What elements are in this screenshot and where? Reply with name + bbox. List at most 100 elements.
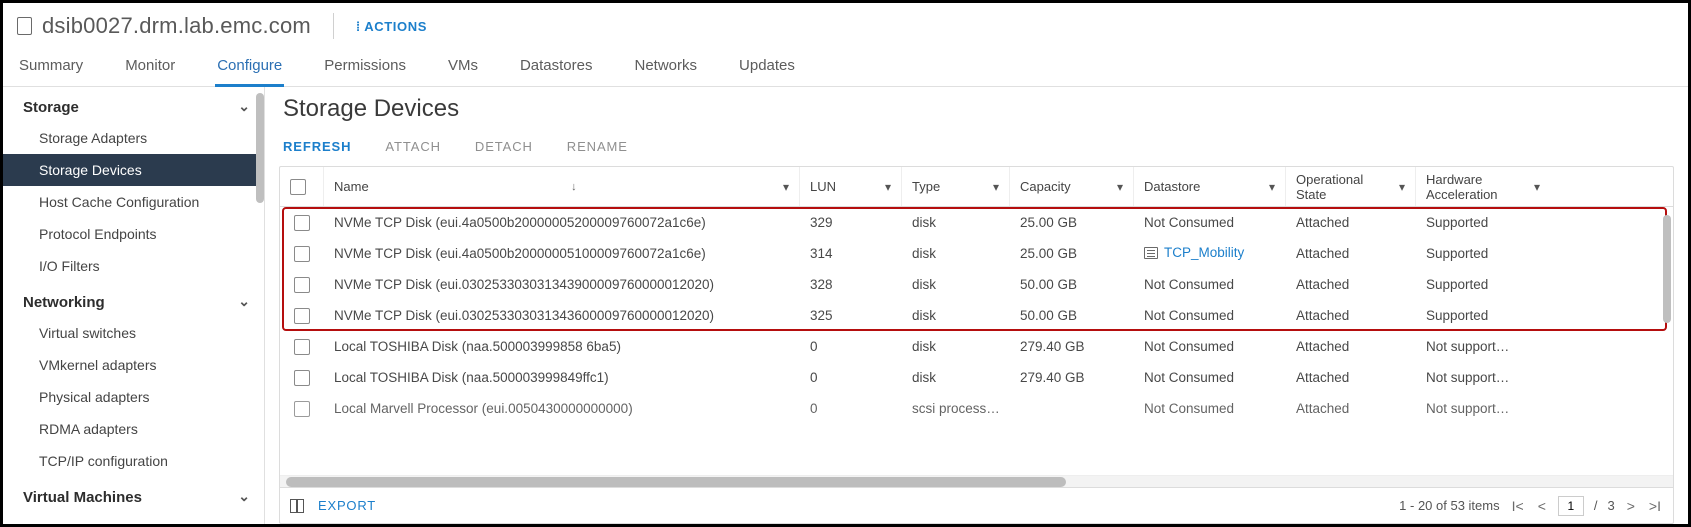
sidebar-scrollbar[interactable] [256, 93, 264, 203]
cell-cap: 279.40 GB [1010, 339, 1134, 354]
sidebar-item-host-cache-configuration[interactable]: Host Cache Configuration [3, 186, 264, 218]
row-checkbox[interactable] [294, 401, 310, 417]
attach-button[interactable]: ATTACH [385, 139, 440, 154]
tab-networks[interactable]: Networks [633, 49, 700, 86]
cell-datastore: Not Consumed [1134, 401, 1286, 416]
sidebar-item-vmkernel-adapters[interactable]: VMkernel adapters [3, 349, 264, 381]
tab-configure[interactable]: Configure [215, 49, 284, 86]
cell-op: Attached [1286, 277, 1416, 292]
filter-icon[interactable]: ▾ [1269, 180, 1275, 194]
filter-icon[interactable]: ▾ [993, 180, 999, 194]
devices-grid: Name↓▾LUN▾Type▾Capacity▾Datastore▾Operat… [279, 166, 1674, 524]
select-all-checkbox[interactable] [290, 179, 306, 195]
tab-updates[interactable]: Updates [737, 49, 797, 86]
h-scroll-thumb[interactable] [286, 477, 1066, 487]
body: Storage⌄Storage AdaptersStorage DevicesH… [3, 87, 1688, 524]
cell-op: Attached [1286, 215, 1416, 230]
page-first-icon[interactable]: I< [1510, 498, 1526, 514]
cell-type: disk [902, 215, 1010, 230]
grid-v-scrollbar[interactable] [1663, 215, 1671, 323]
cell-op: Attached [1286, 401, 1416, 416]
cell-hw: Supported [1416, 308, 1550, 323]
sort-icon: ↓ [571, 181, 577, 193]
filter-icon[interactable]: ▾ [885, 180, 891, 194]
page-next-icon[interactable]: > [1625, 498, 1637, 514]
table-row[interactable]: NVMe TCP Disk (eui.4a0500b20000005200009… [280, 207, 1673, 238]
grid-body: NVMe TCP Disk (eui.4a0500b20000005200009… [280, 207, 1673, 475]
col-header-lun[interactable]: LUN▾ [800, 167, 902, 206]
export-button[interactable]: EXPORT [318, 498, 376, 513]
hostname: dsib0027.drm.lab.emc.com [42, 13, 311, 39]
page-prev-icon[interactable]: < [1536, 498, 1548, 514]
detach-button[interactable]: DETACH [475, 139, 533, 154]
row-checkbox[interactable] [294, 308, 310, 324]
tab-vms[interactable]: VMs [446, 49, 480, 86]
cell-op: Attached [1286, 246, 1416, 261]
sidebar-item-rdma-adapters[interactable]: RDMA adapters [3, 413, 264, 445]
cell-type: disk [902, 246, 1010, 261]
col-header-datastore[interactable]: Datastore▾ [1134, 167, 1286, 206]
col-header-operational-state[interactable]: Operational State▾ [1286, 167, 1416, 206]
cell-name: NVMe TCP Disk (eui.4a0500b20000005200009… [324, 215, 800, 230]
sidebar-section-virtual-machines[interactable]: Virtual Machines⌄ [3, 477, 264, 512]
sidebar: Storage⌄Storage AdaptersStorage DevicesH… [3, 87, 265, 524]
col-header-hardware-acceleration[interactable]: Hardware Acceleration▾ [1416, 167, 1550, 206]
chevron-down-icon: ⌄ [238, 488, 250, 505]
columns-icon[interactable] [290, 499, 304, 513]
sidebar-item-storage-devices[interactable]: Storage Devices [3, 154, 264, 186]
app-frame: dsib0027.drm.lab.emc.com ⁞ ACTIONS Summa… [0, 0, 1691, 527]
tab-summary[interactable]: Summary [17, 49, 85, 86]
table-row[interactable]: Local Marvell Processor (eui.00504300000… [280, 393, 1673, 424]
page-last-icon[interactable]: >I [1647, 498, 1663, 514]
sidebar-item-virtual-switches[interactable]: Virtual switches [3, 317, 264, 349]
cell-name: Local TOSHIBA Disk (naa.500003999849ffc1… [324, 370, 800, 385]
col-header-name[interactable]: Name↓▾ [324, 167, 800, 206]
sidebar-item-tcp-ip-configuration[interactable]: TCP/IP configuration [3, 445, 264, 477]
chevron-down-icon: ⌄ [238, 98, 250, 115]
filter-icon[interactable]: ▾ [1399, 180, 1405, 194]
main-header: Storage Devices [265, 87, 1688, 125]
grid-h-scrollbar[interactable] [280, 475, 1673, 487]
cell-op: Attached [1286, 370, 1416, 385]
sidebar-item-physical-adapters[interactable]: Physical adapters [3, 381, 264, 413]
actions-menu[interactable]: ⁞ ACTIONS [356, 19, 427, 34]
page-sep: / [1594, 498, 1598, 513]
page-input[interactable] [1558, 496, 1584, 516]
table-row[interactable]: Local TOSHIBA Disk (naa.500003999858 6ba… [280, 331, 1673, 362]
cell-datastore[interactable]: TCP_Mobility [1134, 245, 1286, 262]
row-checkbox[interactable] [294, 339, 310, 355]
rename-button[interactable]: RENAME [567, 139, 628, 154]
col-header-capacity[interactable]: Capacity▾ [1010, 167, 1134, 206]
items-summary: 1 - 20 of 53 items [1399, 498, 1499, 513]
table-row[interactable]: Local TOSHIBA Disk (naa.500003999849ffc1… [280, 362, 1673, 393]
filter-icon[interactable]: ▾ [1534, 180, 1540, 194]
cell-datastore: Not Consumed [1134, 215, 1286, 230]
row-checkbox[interactable] [294, 246, 310, 262]
refresh-button[interactable]: REFRESH [283, 139, 351, 154]
row-checkbox[interactable] [294, 277, 310, 293]
grid-header: Name↓▾LUN▾Type▾Capacity▾Datastore▾Operat… [280, 167, 1673, 207]
row-checkbox[interactable] [294, 215, 310, 231]
sidebar-item-protocol-endpoints[interactable]: Protocol Endpoints [3, 218, 264, 250]
titlebar: dsib0027.drm.lab.emc.com ⁞ ACTIONS [3, 3, 1688, 49]
cell-cap: 25.00 GB [1010, 215, 1134, 230]
sidebar-item-i-o-filters[interactable]: I/O Filters [3, 250, 264, 282]
row-checkbox[interactable] [294, 370, 310, 386]
cell-datastore: Not Consumed [1134, 339, 1286, 354]
sidebar-section-networking[interactable]: Networking⌄ [3, 282, 264, 317]
cell-name: NVMe TCP Disk (eui.030253303031343600009… [324, 308, 800, 323]
tab-datastores[interactable]: Datastores [518, 49, 595, 86]
col-header-type[interactable]: Type▾ [902, 167, 1010, 206]
tab-permissions[interactable]: Permissions [322, 49, 408, 86]
filter-icon[interactable]: ▾ [1117, 180, 1123, 194]
page-title: Storage Devices [283, 95, 1670, 123]
cell-hw: Not support… [1416, 339, 1550, 354]
sidebar-item-storage-adapters[interactable]: Storage Adapters [3, 122, 264, 154]
table-row[interactable]: NVMe TCP Disk (eui.030253303031343900009… [280, 269, 1673, 300]
filter-icon[interactable]: ▾ [783, 180, 789, 194]
cell-name: Local Marvell Processor (eui.00504300000… [324, 401, 800, 416]
table-row[interactable]: NVMe TCP Disk (eui.4a0500b20000005100009… [280, 238, 1673, 269]
sidebar-section-storage[interactable]: Storage⌄ [3, 87, 264, 122]
table-row[interactable]: NVMe TCP Disk (eui.030253303031343600009… [280, 300, 1673, 331]
tab-monitor[interactable]: Monitor [123, 49, 177, 86]
